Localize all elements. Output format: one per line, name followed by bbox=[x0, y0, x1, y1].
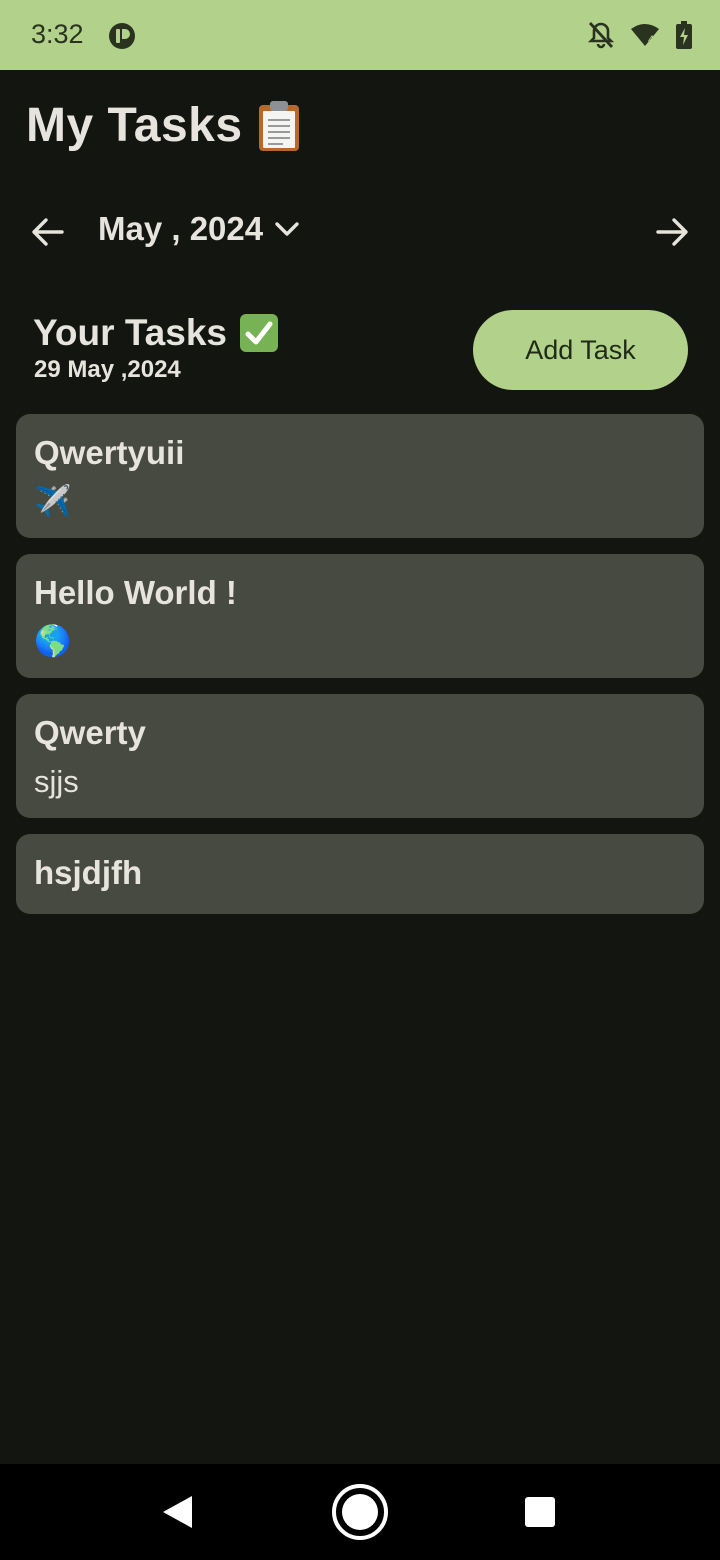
system-navigation-bar bbox=[0, 1464, 720, 1560]
clipboard-icon bbox=[258, 100, 299, 151]
task-title: Qwertyuii bbox=[34, 434, 185, 471]
back-icon[interactable] bbox=[160, 1494, 196, 1530]
arrow-left-icon[interactable] bbox=[28, 212, 68, 252]
task-card[interactable]: Qwerty sjjs bbox=[16, 694, 704, 818]
task-description: 🌎 bbox=[34, 625, 72, 658]
svg-text:4: 4 bbox=[648, 34, 654, 46]
task-card[interactable]: hsjdjfh bbox=[16, 834, 704, 914]
app-notification-icon bbox=[109, 23, 135, 49]
status-bar: 3:32 4 bbox=[0, 0, 720, 70]
task-description: sjjs bbox=[34, 764, 79, 799]
month-navigation: May , 2024 bbox=[0, 200, 720, 262]
page-title: My Tasks bbox=[26, 99, 243, 152]
status-icons: 4 bbox=[588, 20, 692, 50]
tasks-heading: Your Tasks bbox=[33, 312, 227, 353]
task-card[interactable]: Qwertyuii ✈️ bbox=[16, 414, 704, 538]
arrow-right-icon[interactable] bbox=[652, 212, 692, 252]
task-card[interactable]: Hello World ! 🌎 bbox=[16, 554, 704, 678]
task-title: Qwerty bbox=[34, 714, 146, 751]
task-title: hsjdjfh bbox=[34, 854, 143, 891]
status-time: 3:32 bbox=[31, 19, 84, 49]
chevron-down-icon bbox=[275, 222, 299, 236]
check-box-icon bbox=[239, 314, 278, 352]
selected-date: 29 May ,2024 bbox=[34, 356, 181, 383]
task-list: Qwertyuii ✈️ Hello World ! 🌎 Qwerty sjjs… bbox=[16, 414, 704, 930]
app-title-row: My Tasks bbox=[26, 98, 301, 153]
battery-charging-icon bbox=[676, 21, 692, 49]
recents-icon[interactable] bbox=[525, 1497, 555, 1527]
tasks-heading-row: Your Tasks bbox=[33, 312, 279, 354]
month-dropdown[interactable]: May , 2024 bbox=[98, 210, 301, 248]
bell-off-icon bbox=[588, 22, 614, 49]
task-description: ✈️ bbox=[34, 485, 72, 518]
add-task-button[interactable]: Add Task bbox=[473, 310, 688, 390]
task-title: Hello World ! bbox=[34, 574, 237, 611]
month-label: May , 2024 bbox=[98, 210, 264, 247]
tasks-header: Your Tasks 29 May ,2024 bbox=[33, 312, 279, 384]
home-icon[interactable] bbox=[331, 1483, 389, 1541]
wifi-icon: 4 bbox=[631, 24, 659, 46]
